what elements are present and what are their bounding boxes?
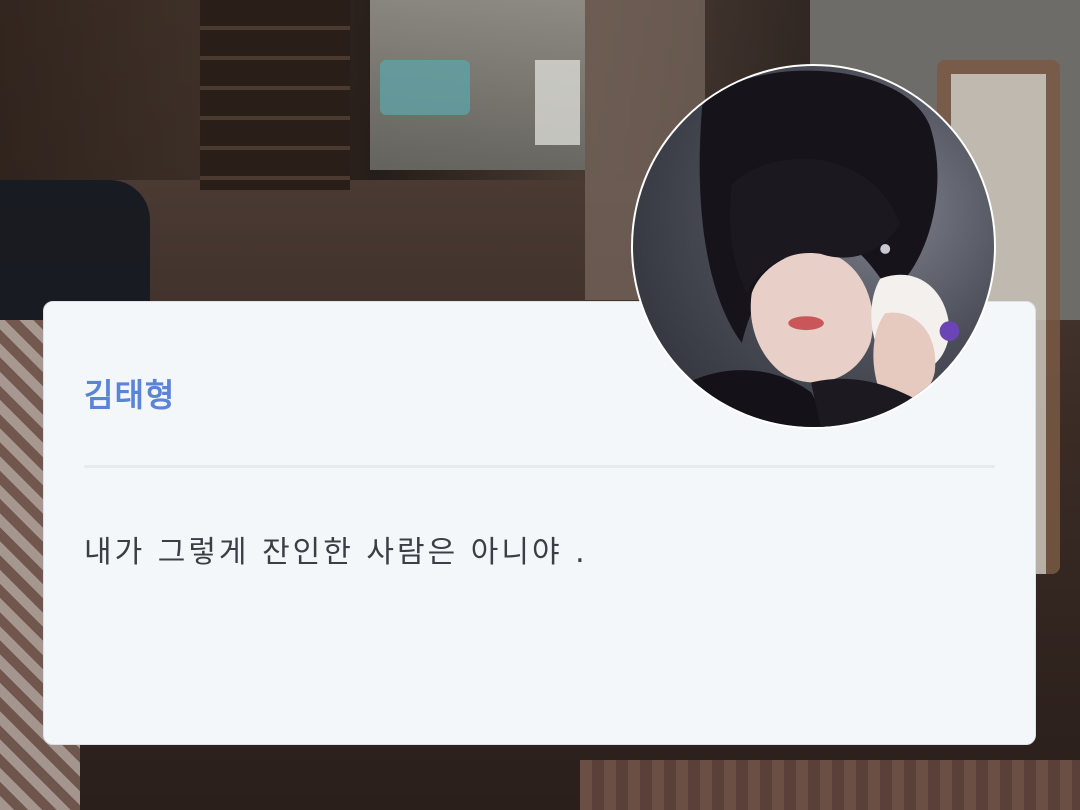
- avatar-portrait-icon: [662, 70, 960, 427]
- doorway-bed: [380, 60, 470, 115]
- divider: [84, 465, 995, 468]
- avatar[interactable]: [631, 64, 996, 429]
- floor-mat: [580, 760, 1080, 810]
- speaker-name: 김태형: [84, 376, 176, 414]
- dialogue-message: 내가 그렇게 잔인한 사람은 아니야 .: [84, 535, 588, 570]
- doorway-sheet: [535, 60, 580, 145]
- sofa: [0, 180, 150, 320]
- shelf: [200, 0, 350, 190]
